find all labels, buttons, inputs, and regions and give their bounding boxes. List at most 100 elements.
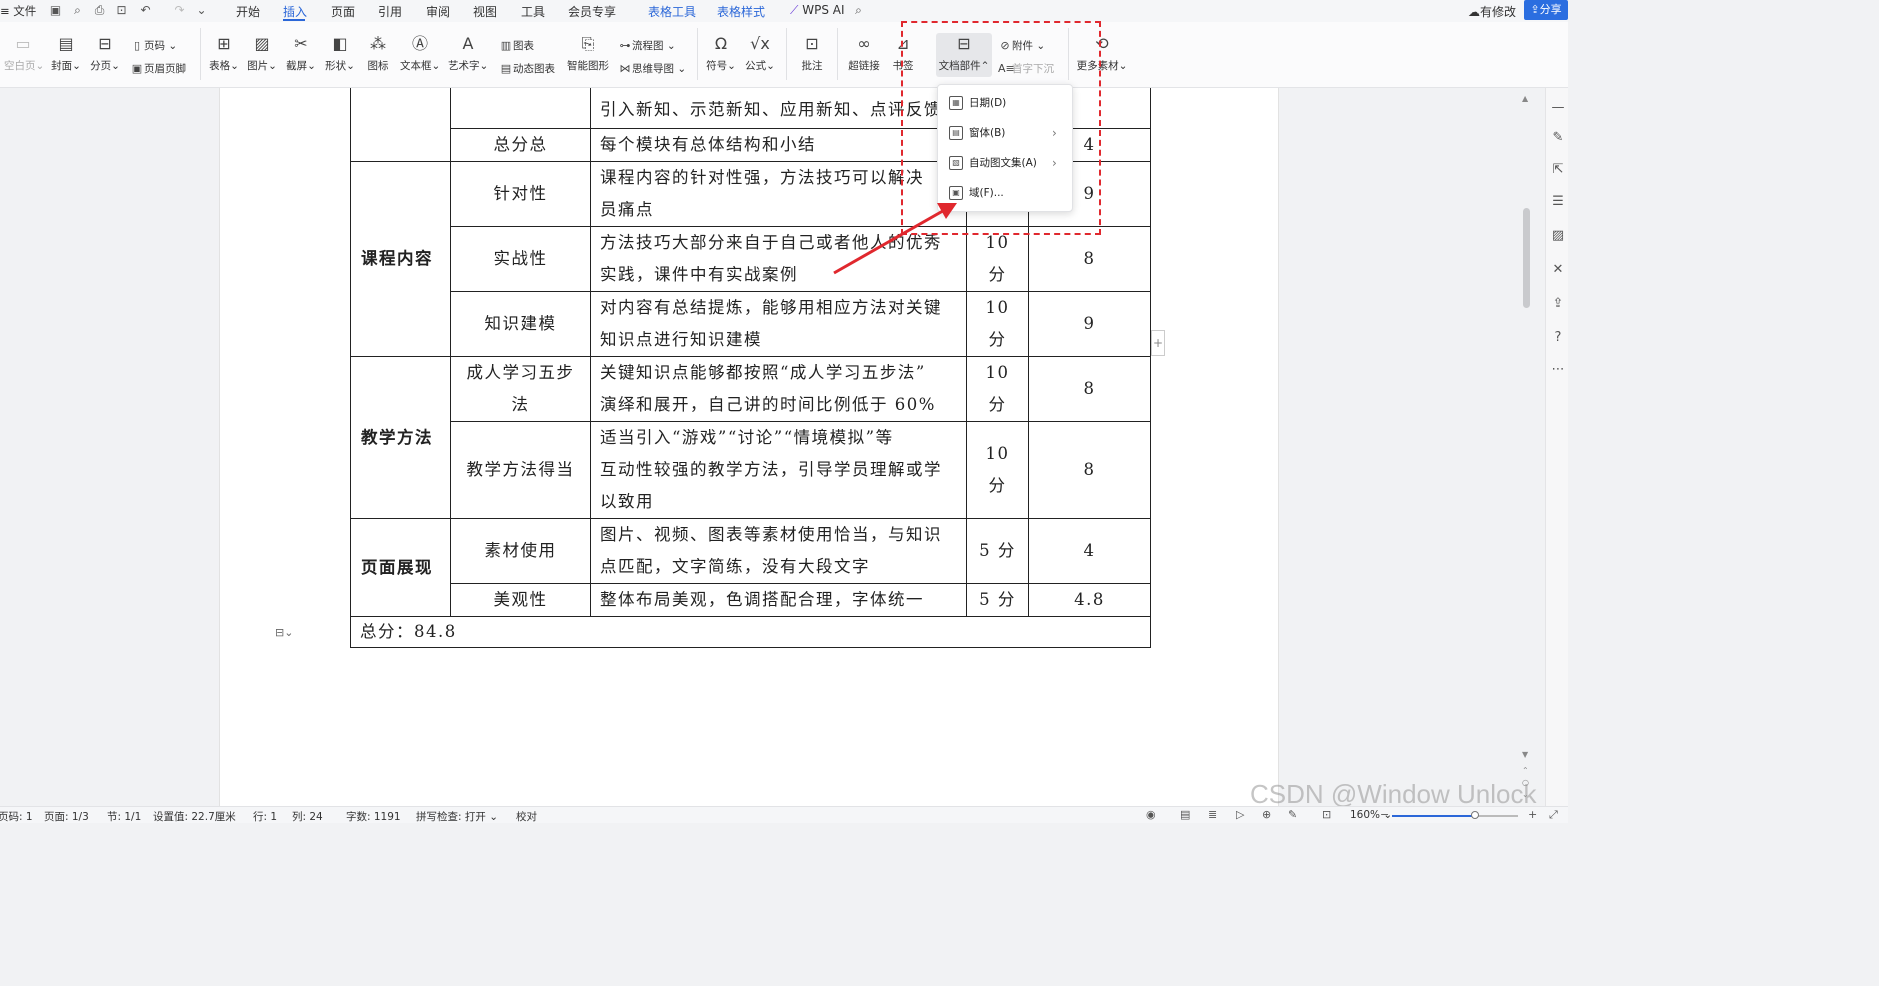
status-column[interactable]: 列: 24 (292, 809, 323, 824)
add-column-button[interactable]: + (1151, 330, 1165, 356)
screenshot-button[interactable]: ✂ 截屏⌄ (284, 34, 318, 73)
description-cell[interactable]: 方法技巧大部分来自于自己或者他人的优秀 实践，课件中有实战案例 (590, 226, 967, 292)
print-preview-icon[interactable]: ⊡ (114, 3, 129, 18)
wordart-button[interactable]: A 艺术字⌄ (448, 34, 488, 73)
print-icon[interactable]: ⎙ (92, 3, 107, 18)
status-proofread[interactable]: 校对 (516, 809, 537, 824)
share-button[interactable]: ⇪分享 (1524, 0, 1568, 20)
cover-button[interactable]: ▤ 封面⌄ (50, 34, 82, 73)
attachment-button[interactable]: ⊘ 附件 ⌄ (998, 38, 1045, 53)
menu-item-autotext[interactable]: ▧ 自动图文集(A) › (938, 149, 1072, 177)
menu-item-date[interactable]: ▦ 日期(D) (938, 89, 1072, 117)
category-cell[interactable]: 课程内容 (350, 161, 451, 357)
shape-button[interactable]: ◧ 形状⌄ (323, 34, 357, 73)
tab-member[interactable]: 会员专享 (568, 3, 616, 20)
score-cell[interactable]: 4.8 (1028, 583, 1151, 617)
select-icon[interactable]: ⇱ (1550, 162, 1566, 178)
formula-button[interactable]: √x 公式⌄ (743, 34, 777, 73)
header-footer-button[interactable]: ▣ 页眉页脚 (130, 61, 186, 76)
file-menu[interactable]: ≡ 文件 (0, 3, 36, 19)
tab-table-style[interactable]: 表格样式 (717, 3, 765, 20)
description-cell[interactable]: 整体布局美观，色调搭配合理，字体统一 (590, 583, 967, 617)
wps-ai-button[interactable]: ⟋ WPS AI (790, 3, 845, 18)
doc-parts-button[interactable]: ⊟ 文档部件⌃ (936, 33, 992, 77)
page-break-button[interactable]: ⊟ 分页⌄ (89, 34, 121, 73)
category-cell[interactable]: 页面展现 (350, 518, 451, 617)
tab-view[interactable]: 视图 (473, 3, 497, 20)
points-cell[interactable]: 5 分 (966, 583, 1029, 617)
tab-insert[interactable]: 插入 (283, 3, 307, 20)
has-changes-button[interactable]: ☁有修改 (1468, 3, 1516, 20)
vertical-scrollbar[interactable]: ▲ ▼ ⌃ ○ ⌄ (1520, 88, 1534, 806)
comment-button[interactable]: ⊡ 批注 (796, 34, 828, 73)
blank-page-button[interactable]: ▭ 空白页⌄ (4, 34, 44, 73)
outline-view-icon[interactable]: ≣ (1208, 808, 1217, 821)
smart-graphic-button[interactable]: ⎘ 智能图形 (566, 34, 610, 73)
criterion-cell[interactable]: 美观性 (450, 583, 591, 617)
drop-cap-button[interactable]: A≡首字下沉 (998, 61, 1054, 76)
scroll-up-icon[interactable]: ▲ (1522, 94, 1528, 103)
tab-references[interactable]: 引用 (378, 3, 402, 20)
criterion-cell[interactable] (450, 88, 591, 129)
status-spell-check[interactable]: 拼写检查: 打开 ⌄ (416, 809, 498, 824)
menu-item-field[interactable]: ▣ 域(F)... (938, 179, 1072, 207)
category-cell[interactable]: 教学方法 (350, 356, 451, 519)
bookmark-button[interactable]: ⊿ 书签 (888, 34, 918, 73)
mindmap-button[interactable]: ⋈ 思维导图 ⌄ (618, 61, 687, 76)
status-setting-value[interactable]: 设置值: 22.7厘米 (153, 809, 236, 824)
scrollbar-thumb[interactable] (1523, 208, 1530, 308)
save-icon[interactable]: ▣ (48, 3, 63, 18)
icon-button[interactable]: ⁂ 图标 (362, 34, 394, 73)
criterion-cell[interactable]: 针对性 (450, 161, 591, 227)
score-cell[interactable]: 4 (1028, 518, 1151, 584)
description-cell[interactable]: 图片、视频、图表等素材使用恰当，与知识 点匹配，文字简练，没有大段文字 (590, 518, 967, 584)
criterion-cell[interactable]: 知识建模 (450, 291, 591, 357)
points-cell[interactable]: 10 分 (966, 421, 1029, 519)
page-number-button[interactable]: ▯ 页码 ⌄ (130, 38, 177, 53)
description-cell[interactable]: 适当引入“游戏”“讨论”“情境模拟”等 互动性较强的教学方法，引导学员理解或学 以致… (590, 421, 967, 519)
criterion-cell[interactable]: 实战性 (450, 226, 591, 292)
tab-page[interactable]: 页面 (331, 3, 355, 20)
total-score-cell[interactable]: 总分：84.8 (350, 616, 1151, 648)
score-cell[interactable]: 8 (1028, 421, 1151, 519)
description-cell[interactable]: 引入新知、示范新知、应用新知、点评反馈 (590, 88, 967, 129)
dynamic-chart-button[interactable]: ▤ 动态图表 (499, 61, 555, 76)
share-panel-icon[interactable]: ⇪ (1550, 296, 1566, 312)
tab-tools[interactable]: 工具 (521, 3, 545, 20)
flowchart-button[interactable]: ⊶ 流程图 ⌄ (618, 38, 676, 53)
points-cell[interactable]: 5 分 (966, 518, 1029, 584)
table-button[interactable]: ⊞ 表格⌄ (207, 34, 241, 73)
settings-sliders-icon[interactable]: ☰ (1550, 194, 1566, 210)
chart-button[interactable]: ▥ 图表 (499, 38, 534, 53)
zoom-slider[interactable] (1392, 815, 1518, 817)
criterion-cell[interactable]: 成人学习五步法 (450, 356, 591, 422)
description-cell[interactable]: 课程内容的针对性强，方法技巧可以解决 员痛点 (590, 161, 967, 227)
points-cell[interactable]: 10 分 (966, 356, 1029, 422)
points-cell[interactable]: 10 分 (966, 291, 1029, 357)
status-row[interactable]: 行: 1 (253, 809, 277, 824)
collapse-panel-icon[interactable]: — (1550, 100, 1566, 116)
criterion-cell[interactable]: 教学方法得当 (450, 421, 591, 519)
score-cell[interactable]: 9 (1028, 291, 1151, 357)
table-handle-icon[interactable]: ⊟⌄ (275, 626, 293, 639)
criterion-cell[interactable]: 素材使用 (450, 518, 591, 584)
status-word-count[interactable]: 字数: 1191 (346, 809, 401, 824)
description-cell[interactable]: 关键知识点能够都按照“成人学习五步法” 演绎和展开，自己讲的时间比例低于 60% (590, 356, 967, 422)
document-page[interactable]: 引入新知、示范新知、应用新知、点评反馈 总分总 每个模块有总体结构和小结 4 课… (219, 88, 1279, 806)
chevron-down-icon[interactable]: ⌄ (194, 3, 209, 18)
fullscreen-icon[interactable]: ⤢ (1549, 808, 1558, 822)
more-materials-button[interactable]: ⟲ 更多素材⌄ (1076, 34, 1128, 73)
help-icon[interactable]: ? (1550, 330, 1566, 346)
edit-icon[interactable]: ✎ (1550, 130, 1566, 146)
eye-icon[interactable]: ◉ (1146, 808, 1156, 821)
score-cell[interactable]: 8 (1028, 226, 1151, 292)
undo-icon[interactable]: ↶ (138, 3, 153, 18)
category-cell[interactable] (350, 88, 451, 162)
hyperlink-button[interactable]: ∞ 超链接 (846, 34, 882, 73)
pen-icon[interactable]: ✎ (1288, 808, 1297, 821)
menu-item-form[interactable]: ▤ 窗体(B) › (938, 119, 1072, 147)
textbox-button[interactable]: Ⓐ 文本框⌄ (400, 34, 440, 73)
search-icon[interactable]: ⌕ (851, 3, 866, 18)
picture-button[interactable]: ▨ 图片⌄ (245, 34, 279, 73)
web-view-icon[interactable]: ⊕ (1262, 808, 1271, 821)
